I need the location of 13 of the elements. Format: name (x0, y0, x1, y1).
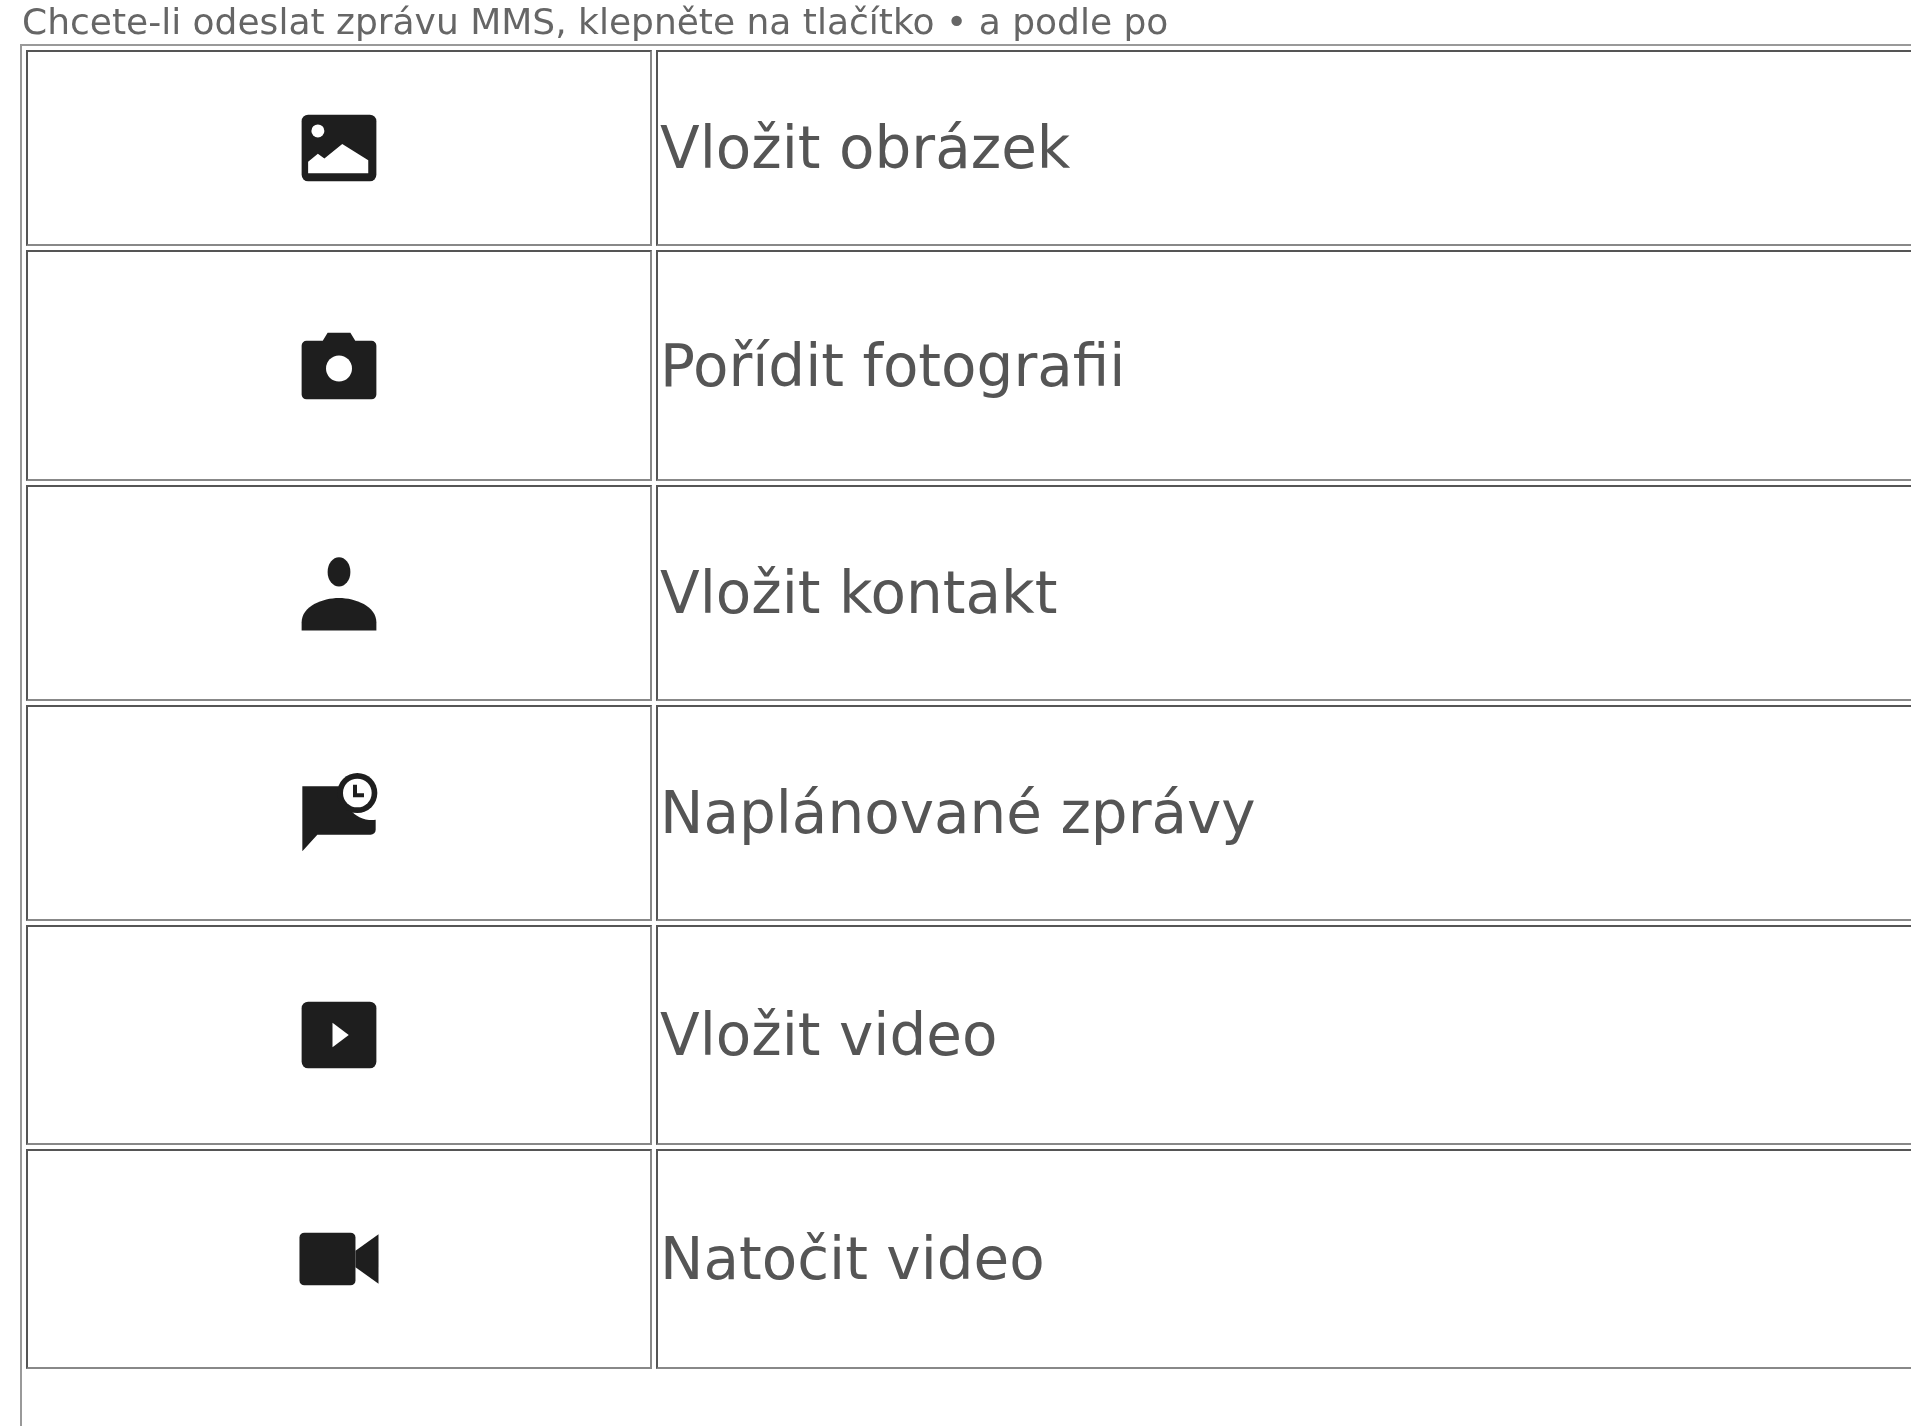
person-icon (300, 554, 378, 632)
image-icon (300, 113, 378, 183)
video-play-icon (300, 1000, 378, 1070)
video-camera-icon (299, 1231, 379, 1287)
table-cell: Natočit video (656, 1149, 1911, 1369)
scheduled-message-icon (299, 773, 379, 853)
intro-text: Chcete-li odeslat zprávu MMS, klepněte na tlačítko • a podle po (21, 0, 1170, 44)
table-cell: Naplánované zprávy (656, 705, 1911, 921)
table-cell: Vložit obrázek (656, 50, 1911, 246)
camera-icon (300, 330, 378, 401)
table-cell: Pořídit fotografii (656, 250, 1911, 481)
table-cell: Vložit kontakt (656, 485, 1911, 701)
table-cell: Vložit video (656, 925, 1911, 1145)
